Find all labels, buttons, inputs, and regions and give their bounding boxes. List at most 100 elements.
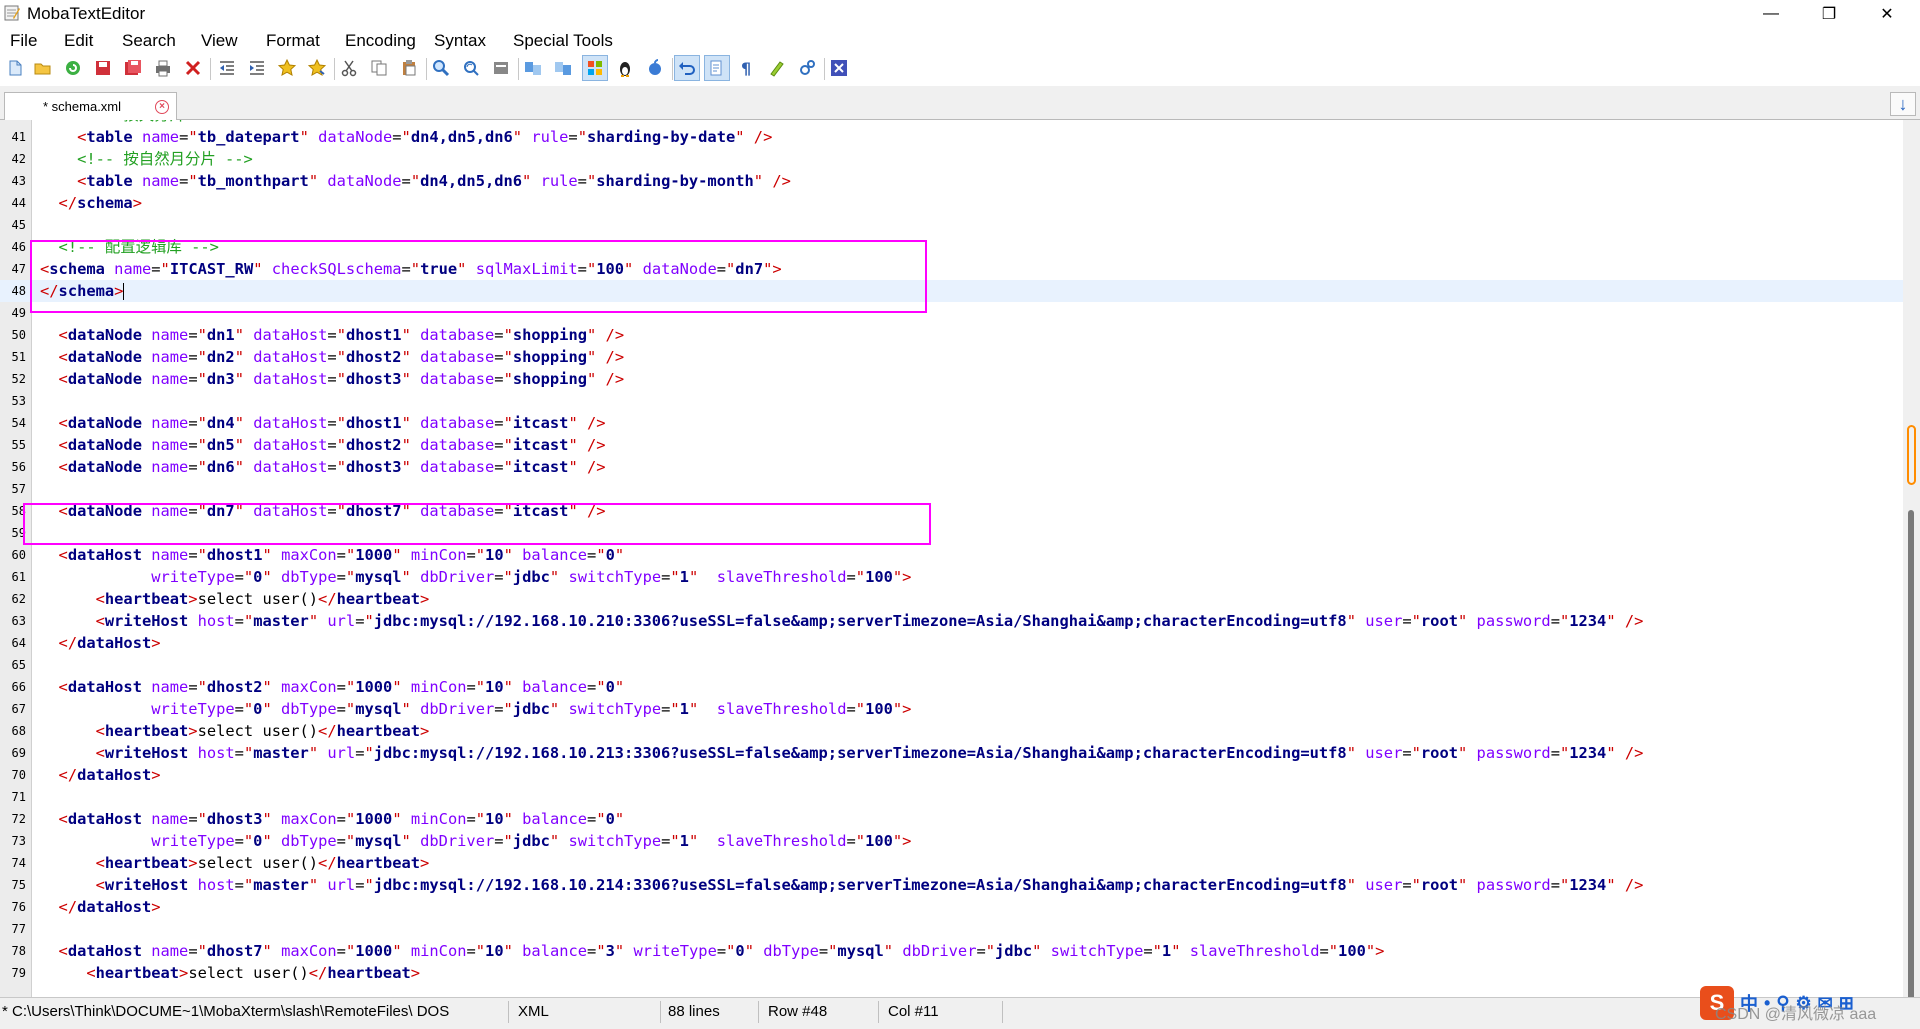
code-line[interactable]: 65: [0, 654, 1903, 676]
code-line[interactable]: 73 writeType="0" dbType="mysql" dbDriver…: [0, 830, 1903, 852]
unindent-icon[interactable]: [218, 59, 236, 77]
code-line[interactable]: 77: [0, 918, 1903, 940]
code-token: jdbc:mysql://192.168.10.213:3306?useSSL=…: [373, 744, 1347, 762]
code-line[interactable]: 45: [0, 214, 1903, 236]
mac-eol-icon[interactable]: [646, 59, 664, 77]
bookmark-next-icon[interactable]: [308, 59, 326, 77]
code-token: =: [466, 678, 476, 696]
new-file-icon[interactable]: [6, 59, 24, 77]
code-line[interactable]: 63 <writeHost host="master" url="jdbc:my…: [0, 610, 1903, 632]
highlight-icon[interactable]: [768, 59, 786, 77]
find-replace-icon[interactable]: [462, 59, 480, 77]
code-line[interactable]: 44 </schema>: [0, 192, 1903, 214]
code-line[interactable]: 42 <!-- 按自然月分片 -->: [0, 148, 1903, 170]
code-line[interactable]: 71: [0, 786, 1903, 808]
paste-icon[interactable]: [400, 59, 418, 77]
code-token: ": [549, 568, 560, 586]
code-line[interactable]: 66 <dataHost name="dhost2" maxCon="1000"…: [0, 676, 1903, 698]
code-line[interactable]: 56 <dataNode name="dn6" dataHost="dhost3…: [0, 456, 1903, 478]
minimize-button[interactable]: —: [1748, 0, 1794, 28]
menu-special-tools[interactable]: Special Tools: [513, 31, 613, 51]
code-line[interactable]: 79 <heartbeat>select user()</heartbeat>: [0, 962, 1903, 984]
code-line[interactable]: 41 <table name="tb_datepart" dataNode="d…: [0, 126, 1903, 148]
menu-format[interactable]: Format: [266, 31, 320, 51]
compare-icon[interactable]: [524, 59, 542, 77]
code-line[interactable]: 72 <dataHost name="dhost3" maxCon="1000"…: [0, 808, 1903, 830]
code-line[interactable]: 78 <dataHost name="dhost7" maxCon="1000"…: [0, 940, 1903, 962]
settings-icon[interactable]: [798, 59, 816, 77]
code-line[interactable]: 51 <dataNode name="dn2" dataHost="dhost2…: [0, 346, 1903, 368]
menu-view[interactable]: View: [201, 31, 238, 51]
code-text: <!-- 按自然月分片 -->: [40, 148, 253, 170]
merge-icon[interactable]: [554, 59, 572, 77]
code-line[interactable]: 70 </dataHost>: [0, 764, 1903, 786]
code-editor[interactable]: 40 <!-- 按天分片 -->41 <table name="tb_datep…: [0, 120, 1903, 997]
cut-icon[interactable]: [340, 59, 358, 77]
close-window-button[interactable]: ✕: [1864, 0, 1910, 28]
close-file-icon[interactable]: [184, 59, 202, 77]
vertical-scrollbar[interactable]: [1903, 120, 1920, 1000]
line-number: 78: [11, 944, 26, 958]
download-arrow-icon[interactable]: ↓: [1890, 92, 1916, 116]
print-icon[interactable]: [154, 59, 172, 77]
maximize-button[interactable]: ❐: [1806, 0, 1852, 28]
code-line[interactable]: 76 </dataHost>: [0, 896, 1903, 918]
code-token: ": [364, 876, 374, 894]
code-line[interactable]: 64 </dataHost>: [0, 632, 1903, 654]
code-line[interactable]: 54 <dataNode name="dn4" dataHost="dhost1…: [0, 412, 1903, 434]
find-icon[interactable]: [432, 59, 450, 77]
code-token: ": [1032, 942, 1042, 960]
code-line[interactable]: 50 <dataNode name="dn1" dataHost="dhost1…: [0, 324, 1903, 346]
code-token: <!-- 按自然月分片 -->: [77, 150, 253, 168]
tab-schema-xml[interactable]: * schema.xml ×: [4, 92, 177, 120]
save-all-icon[interactable]: [124, 59, 142, 77]
code-token: ": [1559, 744, 1570, 762]
code-line[interactable]: 55 <dataNode name="dn5" dataHost="dhost2…: [0, 434, 1903, 456]
bookmark-icon[interactable]: [278, 59, 296, 77]
menu-edit[interactable]: Edit: [64, 31, 93, 51]
menu-file[interactable]: File: [10, 31, 37, 51]
code-token: ": [1457, 744, 1468, 762]
save-icon[interactable]: [94, 59, 112, 77]
code-token: dhost3: [345, 458, 402, 476]
code-token: writeHost: [104, 612, 189, 630]
code-line[interactable]: 68 <heartbeat>select user()</heartbeat>: [0, 720, 1903, 742]
code-token: dhost3: [206, 810, 263, 828]
menu-syntax[interactable]: Syntax: [434, 31, 486, 51]
word-wrap-icon[interactable]: [708, 59, 726, 77]
code-line[interactable]: 53: [0, 390, 1903, 412]
code-line[interactable]: 52 <dataNode name="dn3" dataHost="dhost3…: [0, 368, 1903, 390]
code-line[interactable]: 74 <heartbeat>select user()</heartbeat>: [0, 852, 1903, 874]
code-line[interactable]: 60 <dataHost name="dhost1" maxCon="1000"…: [0, 544, 1903, 566]
indent-icon[interactable]: [248, 59, 266, 77]
code-line[interactable]: 57: [0, 478, 1903, 500]
code-token: ": [549, 832, 560, 850]
code-line[interactable]: 61 writeType="0" dbType="mysql" dbDriver…: [0, 566, 1903, 588]
code-line[interactable]: 43 <table name="tb_monthpart" dataNode="…: [0, 170, 1903, 192]
code-token: ": [883, 942, 894, 960]
scrollbar-thumb[interactable]: [1908, 510, 1914, 1000]
code-token: =: [494, 370, 504, 388]
code-token: =: [577, 172, 587, 190]
tab-close-icon[interactable]: ×: [155, 100, 169, 114]
code-text: writeType="0" dbType="mysql" dbDriver="j…: [40, 698, 911, 720]
code-line[interactable]: 69 <writeHost host="master" url="jdbc:my…: [0, 742, 1903, 764]
reload-icon[interactable]: [64, 59, 82, 77]
code-line[interactable]: 75 <writeHost host="master" url="jdbc:my…: [0, 874, 1903, 896]
menu-encoding[interactable]: Encoding: [345, 31, 416, 51]
code-token: tb_datepart: [197, 128, 300, 146]
code-line[interactable]: 67 writeType="0" dbType="mysql" dbDriver…: [0, 698, 1903, 720]
goto-line-icon[interactable]: [492, 59, 510, 77]
open-folder-icon[interactable]: [34, 59, 52, 77]
linux-eol-icon[interactable]: [616, 59, 634, 77]
show-symbols-icon[interactable]: ¶: [738, 59, 756, 77]
code-line[interactable]: 62 <heartbeat>select user()</heartbeat>: [0, 588, 1903, 610]
copy-icon[interactable]: [370, 59, 388, 77]
menu-search[interactable]: Search: [122, 31, 176, 51]
code-token: ": [614, 678, 625, 696]
close-all-icon[interactable]: [830, 59, 848, 77]
windows-eol-icon[interactable]: [586, 59, 604, 77]
undo-icon[interactable]: [678, 59, 696, 77]
